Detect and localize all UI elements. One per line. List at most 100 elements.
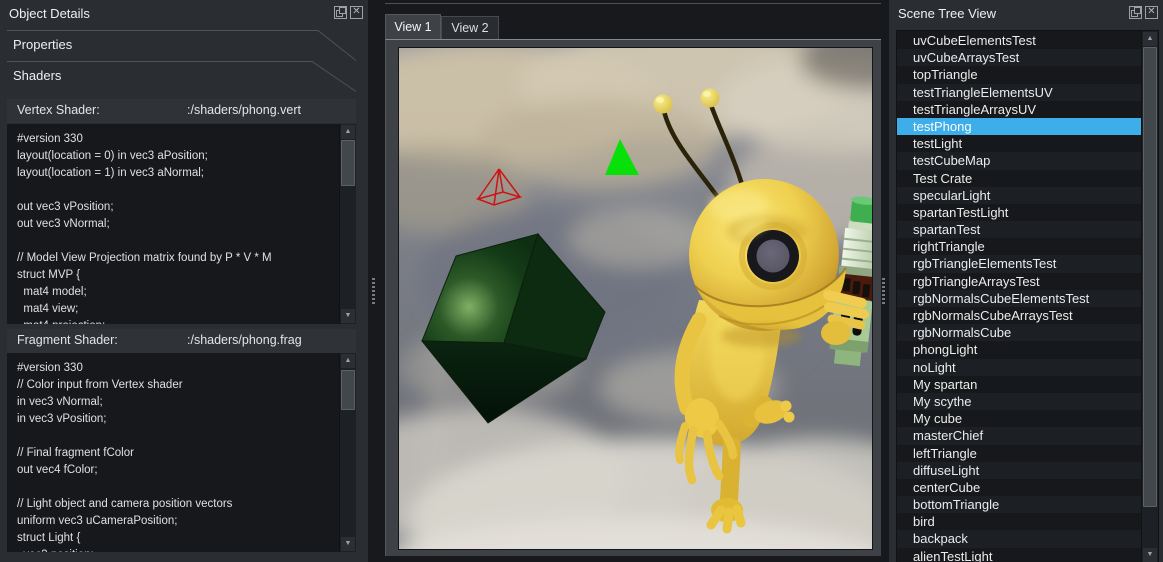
code-line [17,428,338,445]
tree-item[interactable]: rightTriangle [897,238,1142,255]
tree-item[interactable]: My cube [897,410,1142,427]
code-line [17,182,338,199]
tree-item[interactable]: testPhong [897,118,1142,135]
code-line: uniform vec3 uCameraPosition; [17,513,338,530]
tree-item[interactable]: Test Crate [897,170,1142,187]
code-line: mat4 view; [17,301,338,318]
splitter-dots [372,278,375,304]
center-top-line [385,3,881,4]
scene-tree-scrollbar[interactable]: ▲ ▼ [1141,31,1158,562]
code-line: vec3 position; [17,547,338,552]
tree-item[interactable]: backpack [897,530,1142,547]
tree-item[interactable]: phongLight [897,341,1142,358]
scroll-up-icon[interactable]: ▲ [1143,32,1157,46]
vertex-shader-code-editor[interactable]: #version 330layout(location = 0) in vec3… [7,124,356,324]
splitter-dots [882,278,885,304]
tree-item[interactable]: uvCubeArraysTest [897,49,1142,66]
panel-title: Scene Tree View [889,6,996,21]
code-line: #version 330 [17,360,338,377]
tree-item[interactable]: diffuseLight [897,462,1142,479]
fragment-code-lines: #version 330// Color input from Vertex s… [17,360,338,552]
tree-item[interactable]: My scythe [897,393,1142,410]
tree-item[interactable]: My spartan [897,376,1142,393]
view-tabbar: View 1 View 2 [385,14,499,39]
tree-item[interactable]: testTriangleElementsUV [897,84,1142,101]
panel-title: Object Details [0,6,90,21]
scroll-down-icon[interactable]: ▼ [341,537,355,551]
tree-item[interactable]: testTriangleArraysUV [897,101,1142,118]
tree-item[interactable]: bottomTriangle [897,496,1142,513]
tree-item[interactable]: spartanTestLight [897,204,1142,221]
tree-item[interactable]: uvCubeElementsTest [897,32,1142,49]
fragment-shader-row: Fragment Shader: :/shaders/phong.frag [7,329,356,353]
tree-item[interactable]: rgbNormalsCubeArraysTest [897,307,1142,324]
code-line: // Model View Projection matrix found by… [17,250,338,267]
close-icon[interactable]: ✕ [350,6,363,19]
tab-view-1[interactable]: View 1 [385,14,441,39]
code-line: in vec3 vPosition; [17,411,338,428]
code-line: layout(location = 0) in vec3 aPosition; [17,148,338,165]
tree-item[interactable]: alienTestLight [897,548,1142,562]
antenna-ball [654,95,673,114]
object-details-titlebar: Object Details ✕ [0,0,368,27]
right-splitter-handle[interactable] [881,0,886,562]
scene-tree-list[interactable]: uvCubeElementsTestuvCubeArraysTesttopTri… [896,30,1159,562]
tree-item[interactable]: bird [897,513,1142,530]
tree-item[interactable]: rgbTriangleArraysTest [897,273,1142,290]
scroll-down-icon[interactable]: ▼ [341,309,355,323]
fragment-shader-label: Fragment Shader: [17,333,118,347]
tree-item[interactable]: rgbNormalsCubeElementsTest [897,290,1142,307]
scroll-up-icon[interactable]: ▲ [341,354,355,368]
tree-item[interactable]: masterChief [897,427,1142,444]
tab-properties-label: Properties [13,37,72,52]
tree-item[interactable]: specularLight [897,187,1142,204]
scrollbar-thumb[interactable] [341,370,355,410]
tree-item[interactable]: testLight [897,135,1142,152]
scene-tree-titlebar: Scene Tree View ✕ [889,0,1163,27]
float-icon[interactable] [334,6,347,19]
close-icon[interactable]: ✕ [1145,6,1158,19]
tree-item[interactable]: testCubeMap [897,152,1142,169]
fragment-code-scrollbar[interactable]: ▲ ▼ [339,353,356,552]
fragment-shader-code-editor[interactable]: #version 330// Color input from Vertex s… [7,353,356,552]
code-line: struct Light { [17,530,338,547]
fragment-shader-path: :/shaders/phong.frag [187,333,302,347]
view-pane [385,39,881,556]
tree-item[interactable]: topTriangle [897,66,1142,83]
tab-properties[interactable]: Properties [0,30,368,61]
object-details-panel: Object Details ✕ Properties Shaders Vert… [0,0,368,562]
tree-item[interactable]: spartanTest [897,221,1142,238]
scroll-up-icon[interactable]: ▲ [341,125,355,139]
scroll-down-icon[interactable]: ▼ [1143,548,1157,562]
code-line: out vec3 vNormal; [17,216,338,233]
tree-item[interactable]: leftTriangle [897,445,1142,462]
left-splitter-handle[interactable] [371,0,376,562]
code-line: #version 330 [17,131,338,148]
code-line: in vec3 vNormal; [17,394,338,411]
tab-shaders[interactable]: Shaders [0,61,368,92]
tab-view-2[interactable]: View 2 [441,16,499,39]
tree-item[interactable]: rgbNormalsCube [897,324,1142,341]
vertex-shader-row: Vertex Shader: :/shaders/phong.vert [7,99,356,123]
code-line: // Color input from Vertex shader [17,377,338,394]
scene-tree-items: uvCubeElementsTestuvCubeArraysTesttopTri… [897,32,1142,562]
scrollbar-thumb[interactable] [1143,47,1157,507]
antenna-ball [701,89,720,108]
float-icon[interactable] [1129,6,1142,19]
code-line: out vec3 vPosition; [17,199,338,216]
code-line: // Final fragment fColor [17,445,338,462]
code-line: // Light object and camera position vect… [17,496,338,513]
vertex-code-lines: #version 330layout(location = 0) in vec3… [17,131,338,324]
rendered-scene [399,48,872,549]
code-line [17,479,338,496]
application-window: Object Details ✕ Properties Shaders Vert… [0,0,1163,562]
code-line: mat4 projection; [17,318,338,324]
tree-item[interactable]: rgbTriangleElementsTest [897,255,1142,272]
tree-item[interactable]: centerCube [897,479,1142,496]
tree-item[interactable]: noLight [897,359,1142,376]
viewport-3d[interactable] [398,47,873,550]
scrollbar-thumb[interactable] [341,140,355,186]
vertex-code-scrollbar[interactable]: ▲ ▼ [339,124,356,324]
code-line: mat4 model; [17,284,338,301]
code-line: struct MVP { [17,267,338,284]
